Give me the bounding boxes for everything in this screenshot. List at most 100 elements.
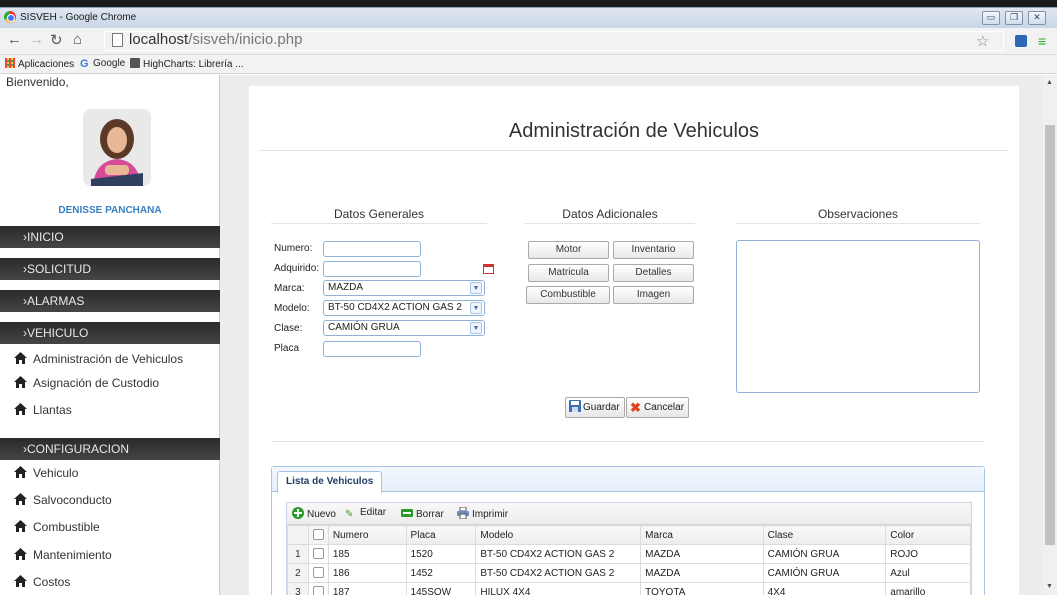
vehicle-grid: Nuevo ✎ Editar Borrar Imprimir Numero Pla… [286,502,972,595]
adquirido-date-input[interactable] [323,261,494,277]
editar-label: Editar [360,507,387,518]
row-number-header [287,525,309,545]
row-select[interactable] [307,563,329,583]
inventario-button[interactable]: Inventario [613,241,694,259]
title-bar: SISVEH - Google Chrome ▭ ❐ ✕ [0,0,1057,28]
combustible-button[interactable]: Combustible [526,286,610,304]
imprimir-button[interactable]: Imprimir [457,506,509,520]
numero-input[interactable] [323,241,421,257]
forward-icon[interactable]: → [29,31,44,48]
row-select[interactable] [307,582,329,595]
bookmark-star-icon[interactable]: ☆ [976,32,989,50]
scroll-down-icon[interactable]: ▼ [1046,583,1053,590]
page-scrollbar[interactable]: ▲ ▼ [1043,75,1057,595]
address-bar: ← → ↻ ⌂ localhost/sisveh/inicio.php ☆ ≡ [0,28,1057,55]
row-select[interactable] [307,544,329,564]
menu-section-configuracion[interactable]: ›CONFIGURACION [0,438,220,460]
chevron-down-icon[interactable]: ▼ [470,302,482,314]
clase-value: CAMIÓN GRUA [328,322,400,333]
clase-select[interactable]: CAMIÓN GRUA ▼ [323,320,485,336]
delete-icon [401,507,413,519]
scroll-thumb[interactable] [1045,125,1055,545]
marca-select[interactable]: MAZDA ▼ [323,280,485,296]
vehicle-table: Numero Placa Modelo Marca Clase Color 1 … [287,525,971,595]
menu-section-alarmas[interactable]: ›ALARMAS [0,290,220,312]
sidebar-item-salvoconducto[interactable]: Salvoconducto [14,493,112,507]
bookmark-google[interactable]: G Google [80,58,125,70]
column-header-placa[interactable]: Placa [405,525,477,545]
back-icon[interactable]: ← [7,31,22,48]
bookmark-apps[interactable]: Aplicaciones [5,58,74,70]
select-all-checkbox[interactable] [312,529,324,540]
nuevo-button[interactable]: Nuevo [292,507,336,520]
chevron-down-icon[interactable]: ▼ [470,282,482,294]
sidebar-item-label: Vehiculo [33,466,79,480]
imprimir-label: Imprimir [472,509,509,520]
observaciones-textarea[interactable] [736,240,980,393]
modelo-value: BT-50 CD4X2 ACTION GAS 2 [328,302,462,313]
minimize-button[interactable]: ▭ [982,11,1000,25]
url-text[interactable]: localhost/sisveh/inicio.php [129,31,302,48]
motor-button[interactable]: Motor [528,241,609,259]
menu-section-vehiculo[interactable]: ›VEHICULO [0,322,220,344]
scroll-up-icon[interactable]: ▲ [1046,79,1053,86]
avatar [83,109,151,186]
sidebar-item-llantas[interactable]: Llantas [0,403,220,425]
sidebar-item-mantenimiento[interactable]: Mantenimiento [14,548,112,562]
cancelar-button[interactable]: ✖ Cancelar [626,397,690,418]
matricula-button[interactable]: Matricula [528,264,609,282]
column-header-color[interactable]: Color [885,525,971,545]
grid-toolbar: Nuevo ✎ Editar Borrar Imprimir [287,503,971,525]
editar-button[interactable]: ✎ Editar [345,507,386,521]
imagen-button[interactable]: Imagen [613,286,694,304]
table-row[interactable]: 2 186 1452 BT-50 CD4X2 ACTION GAS 2 MAZD… [287,563,971,583]
modelo-select[interactable]: BT-50 CD4X2 ACTION GAS 2 ▼ [323,300,485,316]
home-icon[interactable]: ⌂ [73,31,82,48]
cancelar-label: Cancelar [644,402,685,413]
column-header-marca[interactable]: Marca [640,525,764,545]
modelo-label: Modelo: [274,303,310,314]
detalles-button[interactable]: Detalles [613,264,694,282]
column-header-modelo[interactable]: Modelo [475,525,642,545]
menu-section-solicitud[interactable]: ›SOLICITUD [0,258,220,280]
sidebar-item-custodio[interactable]: Asignación de Custodio [14,376,159,390]
chevron-down-icon[interactable]: ▼ [470,322,482,334]
column-header-clase[interactable]: Clase [762,525,887,545]
borrar-label: Borrar [416,509,444,520]
home-icon [14,548,27,560]
sidebar-item-vehiculo[interactable]: Vehiculo [14,466,78,480]
close-button[interactable]: ✕ [1028,11,1046,25]
sidebar-item-administracion[interactable]: Administración de Vehiculos [0,349,220,373]
row-checkbox[interactable] [312,567,324,578]
page-title: Administración de Vehiculos [508,120,760,142]
bookmark-highcharts[interactable]: HighCharts: Librería ... [130,58,244,70]
folder-icon [130,58,140,68]
guardar-button[interactable]: Guardar [565,397,625,418]
sidebar-item-combustible[interactable]: Combustible [14,520,100,534]
tab-lista-vehiculos[interactable]: Lista de Vehiculos [277,471,383,493]
calendar-icon[interactable] [483,264,494,274]
reload-icon[interactable]: ↻ [50,31,63,49]
vehicle-list-panel: Lista de Vehiculos Nuevo ✎ Editar Borrar … [271,466,985,595]
table-row[interactable]: 1 185 1520 BT-50 CD4X2 ACTION GAS 2 MAZD… [287,544,971,564]
extension-icon[interactable] [1015,35,1027,47]
cell-marca: TOYOTA [640,582,764,595]
row-number: 3 [287,582,309,595]
row-checkbox[interactable] [312,586,324,595]
menu-section-inicio[interactable]: ›INICIO [0,226,220,248]
row-checkbox[interactable] [312,548,324,559]
bookmark-apps-label: Aplicaciones [18,59,75,70]
column-header-numero[interactable]: Numero [327,525,407,545]
select-all-header[interactable] [307,525,329,545]
clase-label: Clase: [274,323,303,334]
table-row[interactable]: 3 187 145SOW HILUX 4X4 TOYOTA 4X4 amaril… [287,582,971,595]
borrar-button[interactable]: Borrar [401,507,444,520]
restore-button[interactable]: ❐ [1005,11,1023,25]
cell-numero: 185 [327,544,407,564]
google-icon: G [80,58,89,70]
sidebar-item-costos[interactable]: Costos [14,575,70,589]
cell-modelo: HILUX 4X4 [475,582,642,595]
menu-icon[interactable]: ≡ [1038,33,1046,49]
placa-input[interactable] [323,341,421,357]
cell-numero: 186 [327,563,407,583]
